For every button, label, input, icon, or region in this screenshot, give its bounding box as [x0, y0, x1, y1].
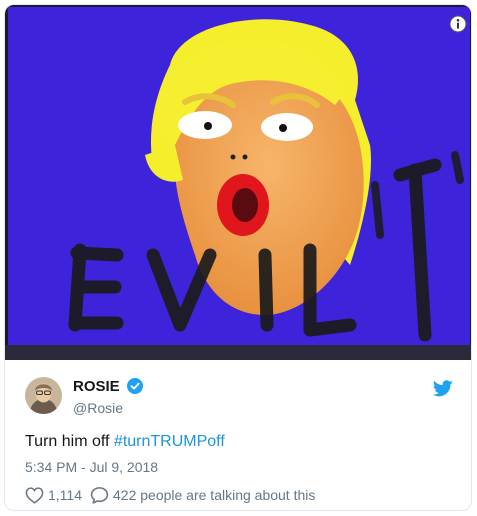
avatar[interactable] [25, 377, 62, 414]
user-handle[interactable]: @Rosie [73, 399, 143, 417]
twitter-bird-icon[interactable] [433, 380, 453, 397]
display-name[interactable]: ROSIE [73, 378, 120, 395]
tweet-actions: 1,114 422 people are talking about this [25, 486, 315, 504]
like-count: 1,114 [48, 487, 82, 503]
tweet-text-content: Turn him off [25, 433, 114, 450]
tweet-timestamp[interactable]: 5:34 PM - Jul 9, 2018 [25, 458, 158, 476]
tweet-media-image[interactable] [5, 5, 471, 360]
author-info[interactable]: ROSIE @Rosie [73, 378, 144, 417]
speech-bubble-icon [90, 487, 109, 504]
verified-badge-icon [127, 378, 144, 394]
info-icon[interactable] [449, 15, 467, 33]
painted-portrait-photo [5, 5, 471, 360]
hashtag-link[interactable]: #turnTRUMPoff [114, 433, 225, 450]
like-action[interactable]: 1,114 [25, 486, 82, 504]
heart-icon [25, 486, 44, 504]
reply-action[interactable]: 422 people are talking about this [90, 486, 315, 504]
tweet-body: ROSIE @Rosie Turn him off #turnTRUMPoff … [5, 360, 471, 510]
tweet-text: Turn him off #turnTRUMPoff [25, 432, 225, 452]
embedded-tweet-card: ROSIE @Rosie Turn him off #turnTRUMPoff … [4, 4, 472, 511]
avatar-photo [25, 377, 62, 414]
talking-count: 422 people are talking about this [113, 487, 316, 503]
